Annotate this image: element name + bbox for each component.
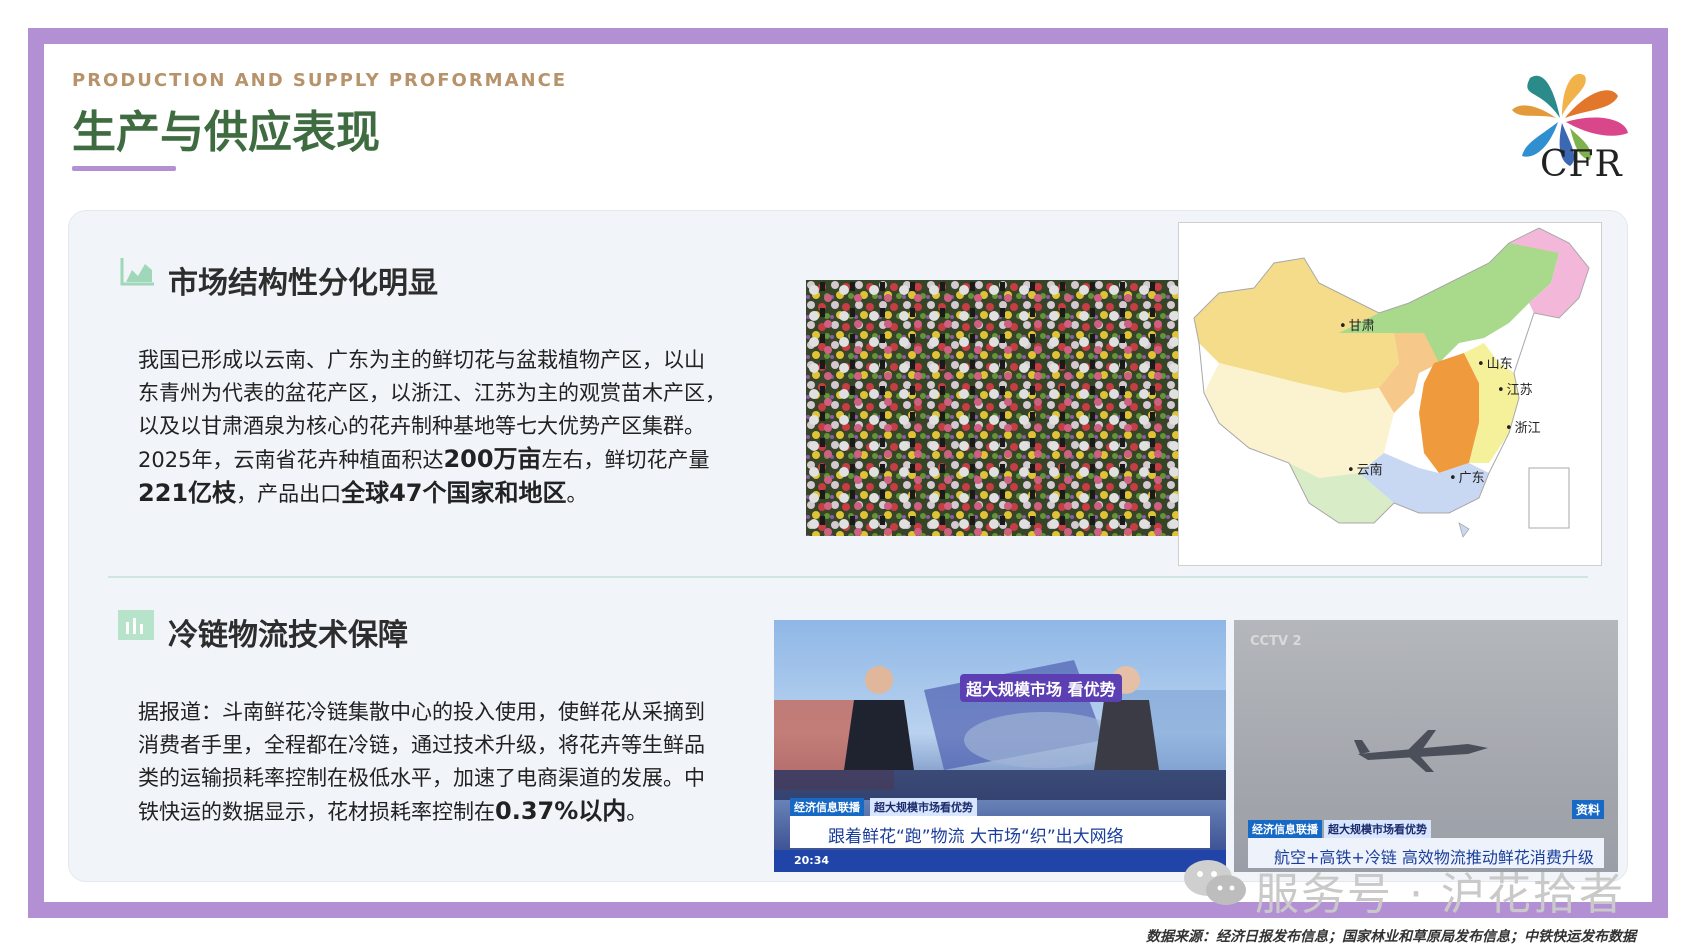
china-map: 甘肃 山东 江苏 浙江 云南 广东	[1178, 222, 1602, 566]
wechat-icon	[1184, 860, 1246, 905]
bar-chart-icon	[118, 610, 154, 640]
section1-paragraph: 我国已形成以云南、广东为主的鲜切花与盆栽植物产区，以山 东青州为代表的盆花产区，…	[138, 344, 758, 511]
news-screenshot-1: 超大规模市场 看优势 经济信息联播 超大规模市场看优势 跟着鲜花“跑”物流 大市…	[774, 620, 1226, 872]
tv2-badge: 资料	[1572, 800, 1605, 819]
slide-subtitle: PRODUCTION AND SUPPLY PROFORMANCE	[72, 70, 568, 91]
section2-line: 消费者手里，全程都在冷链，通过技术升级，将花卉等生鲜品	[138, 733, 705, 757]
map-label-shandong: 山东	[1477, 353, 1513, 372]
section1-line: 2025年，云南省花卉种植面积达200万亩左右，鲜切花产量	[138, 445, 710, 473]
title-underline	[72, 166, 176, 171]
tv1-time: 20:34	[794, 854, 830, 867]
map-label-zhejiang: 浙江	[1505, 417, 1541, 436]
tv1-tag-program: 经济信息联播	[790, 798, 864, 816]
section1-title: 市场结构性分化明显	[168, 266, 438, 301]
tv1-ticker	[774, 850, 1226, 872]
tv1-caption: 跟着鲜花“跑”物流 大市场“织”出大网络	[828, 827, 1124, 847]
section1-line: 我国已形成以云南、广东为主的鲜切花与盆栽植物产区，以山	[138, 348, 705, 372]
section2-line: 据报道：斗南鲜花冷链集散中心的投入使用，使鲜花从采摘到	[138, 700, 705, 724]
section2-line: 类的运输损耗率控制在极低水平，加速了电商渠道的发展。中	[138, 766, 705, 790]
cfr-logo-text: CFR	[1540, 144, 1623, 185]
map-label-yunnan: 云南	[1347, 459, 1383, 478]
area-chart-icon	[120, 258, 154, 286]
tv1-tag-topic: 超大规模市场看优势	[870, 798, 977, 816]
flower-market-photo	[806, 280, 1190, 536]
tv2-channel: CCTV 2	[1250, 634, 1302, 649]
section1-line: 以及以甘肃酒泉为核心的花卉制种基地等七大优势产区集群。	[138, 414, 705, 438]
section2-title: 冷链物流技术保障	[168, 618, 408, 653]
map-label-gansu: 甘肃	[1339, 315, 1375, 334]
section1-line: 东青州为代表的盆花产区，以浙江、江苏为主的观赏苗木产区，	[138, 381, 726, 405]
news-screenshot-2: CCTV 2 资料 经济信息联播 超大规模市场看优势 航空+高铁+冷链 高效物流…	[1234, 620, 1618, 872]
china-map-shape	[1193, 227, 1590, 538]
tv2-tag-topic: 超大规模市场看优势	[1324, 820, 1431, 838]
section2-paragraph: 据报道：斗南鲜花冷链集散中心的投入使用，使鲜花从采摘到 消费者手里，全程都在冷链…	[138, 696, 758, 829]
section-divider	[108, 576, 1588, 578]
airplane-icon	[1354, 730, 1488, 772]
map-label-guangdong: 广东	[1449, 467, 1485, 486]
section1-line: 221亿枝，产品出口全球47个国家和地区。	[138, 479, 588, 507]
slide-title: 生产与供应表现	[72, 107, 380, 158]
tv2-tag-program: 经济信息联播	[1248, 820, 1322, 838]
data-source-footnote: 数据来源：经济日报发布信息；国家林业和草原局发布信息；中铁快运发布数据	[1146, 929, 1636, 945]
section2-line: 铁快运的数据显示，花材损耗率控制在0.37%以内。	[138, 797, 648, 825]
map-label-jiangsu: 江苏	[1497, 379, 1533, 398]
watermark-text: 服务号 · 沪花拾者	[1255, 869, 1625, 920]
tv1-banner: 超大规模市场 看优势	[960, 674, 1122, 702]
